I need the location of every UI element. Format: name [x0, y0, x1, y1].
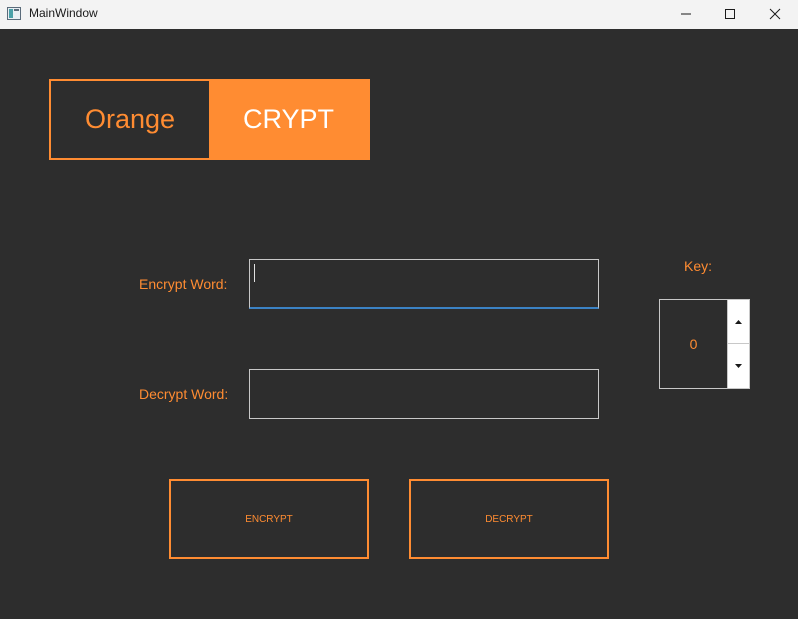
app-window-icon — [7, 7, 21, 20]
decrypt-word-label: Decrypt Word: — [139, 386, 229, 402]
encrypt-button[interactable]: ENCRYPT — [169, 479, 369, 559]
key-value[interactable]: 0 — [660, 300, 727, 388]
arrow-up-icon — [735, 319, 742, 324]
decrypt-word-input[interactable] — [249, 369, 599, 419]
minimize-button[interactable] — [663, 0, 709, 29]
key-label: Key: — [684, 258, 713, 274]
window-title: MainWindow — [29, 6, 98, 20]
key-increment-button[interactable] — [728, 300, 749, 344]
close-icon — [769, 8, 781, 20]
decrypt-button[interactable]: DECRYPT — [409, 479, 609, 559]
encrypt-word-input[interactable] — [249, 259, 599, 309]
title-bar: MainWindow — [0, 0, 798, 29]
app-logo: Orange CRYPT — [49, 79, 370, 160]
spin-buttons — [727, 300, 749, 388]
minimize-icon — [681, 13, 691, 15]
text-caret — [254, 264, 255, 282]
close-button[interactable] — [752, 0, 798, 29]
logo-right-text: CRYPT — [209, 81, 368, 158]
key-spinbox[interactable]: 0 — [659, 299, 750, 389]
key-decrement-button[interactable] — [728, 344, 749, 388]
encrypt-word-label: Encrypt Word: — [139, 276, 228, 292]
arrow-down-icon — [735, 364, 742, 368]
maximize-button[interactable] — [707, 0, 753, 29]
maximize-icon — [725, 9, 735, 19]
logo-left-text: Orange — [84, 104, 176, 134]
